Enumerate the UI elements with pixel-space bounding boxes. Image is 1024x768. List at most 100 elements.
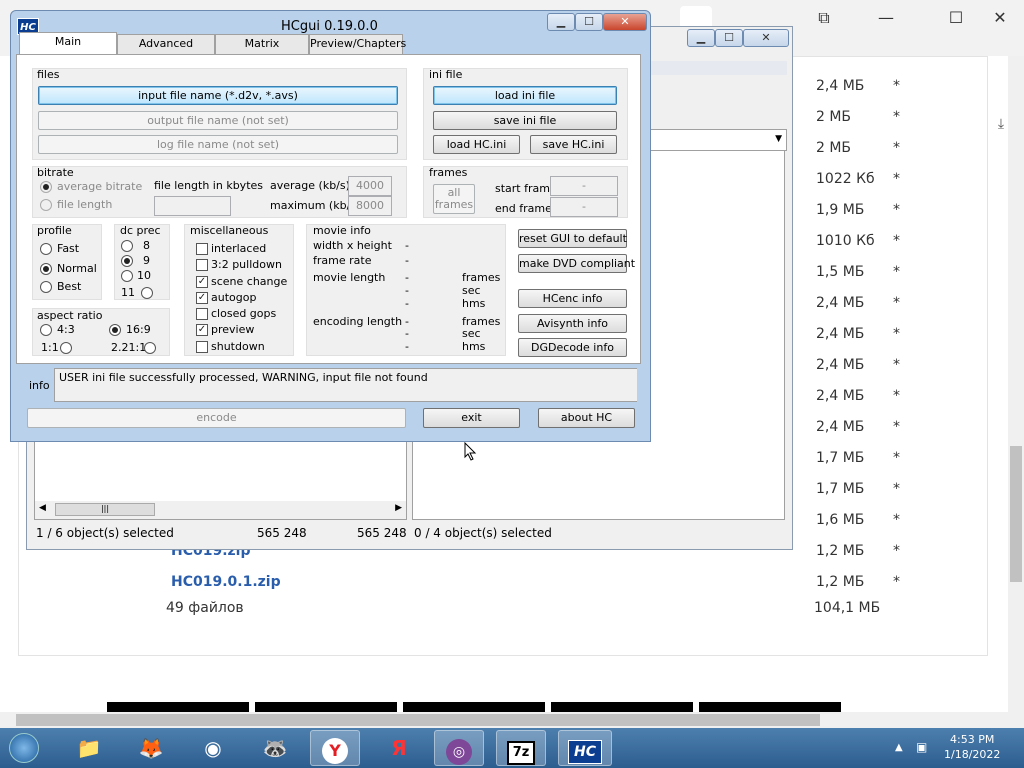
- output-file-button[interactable]: output file name (not set): [38, 111, 398, 130]
- explorer-left-pane[interactable]: ◀ ||| ▶: [34, 440, 407, 520]
- scene-change-checkbox[interactable]: ✓: [196, 276, 208, 288]
- dc-prec-10-radio[interactable]: [121, 270, 133, 282]
- horizontal-scroll-thumb[interactable]: [16, 714, 820, 726]
- maximize-icon[interactable]: ☐: [936, 6, 976, 30]
- file-row: 1,7 МБ *: [816, 450, 936, 470]
- tab-advanced[interactable]: Advanced: [117, 34, 215, 54]
- closed-gops-checkbox[interactable]: [196, 308, 208, 320]
- input-file-button[interactable]: input file name (*.d2v, *.avs): [38, 86, 398, 105]
- raccoon-app-icon[interactable]: 🦝: [250, 730, 300, 766]
- start-frame-input[interactable]: -: [550, 176, 618, 196]
- clock-time: 4:53 PM: [950, 733, 995, 746]
- movie-length-frames-unit: frames: [462, 271, 501, 284]
- shutdown-checkbox[interactable]: [196, 341, 208, 353]
- close-icon[interactable]: ✕: [980, 6, 1020, 30]
- interlaced-label: interlaced: [211, 242, 267, 255]
- file-link[interactable]: HC019.0.1.zip: [171, 574, 281, 590]
- file-explorer-icon[interactable]: 📁: [64, 730, 114, 766]
- file-row: 1,2 МБ *: [816, 543, 936, 563]
- exit-button[interactable]: exit: [423, 408, 520, 428]
- vertical-scroll-thumb[interactable]: [1010, 446, 1022, 582]
- maximize-icon[interactable]: ☐: [575, 13, 603, 31]
- aspect-43-radio[interactable]: [40, 324, 52, 336]
- hcgui-taskbar-icon[interactable]: HC: [558, 730, 612, 766]
- encode-button[interactable]: encode: [27, 408, 406, 428]
- all-frames-button[interactable]: all frames: [433, 184, 475, 214]
- 7zip-icon[interactable]: 7z: [496, 730, 546, 766]
- scroll-left-icon[interactable]: ◀: [39, 503, 46, 513]
- average-kbs-input[interactable]: 4000: [348, 176, 392, 196]
- file-row: 2,4 МБ *: [816, 388, 936, 408]
- network-icon[interactable]: ▣: [916, 740, 927, 754]
- autogop-checkbox[interactable]: ✓: [196, 292, 208, 304]
- tray-expand-icon[interactable]: ▲: [895, 742, 903, 753]
- maximize-icon[interactable]: ☐: [715, 29, 743, 47]
- average-bitrate-radio[interactable]: [40, 181, 52, 193]
- tor-browser-icon[interactable]: ◎: [434, 730, 484, 766]
- dgdecode-info-button[interactable]: DGDecode info: [518, 338, 627, 357]
- profile-best-label: Best: [57, 280, 82, 293]
- file-row: 1,2 МБ *: [816, 574, 936, 594]
- file-row: 2,4 МБ *: [816, 419, 936, 439]
- start-button-icon[interactable]: [0, 730, 48, 766]
- tab-matrix[interactable]: Matrix: [215, 34, 309, 54]
- pulldown-checkbox[interactable]: [196, 259, 208, 271]
- scroll-right-icon[interactable]: ▶: [395, 503, 402, 513]
- about-hc-button[interactable]: about HC: [538, 408, 635, 428]
- close-icon[interactable]: ✕: [743, 29, 789, 47]
- mouse-cursor-icon: [464, 442, 477, 461]
- interlaced-checkbox[interactable]: [196, 243, 208, 255]
- file-star: *: [893, 109, 900, 125]
- close-icon[interactable]: ✕: [603, 13, 647, 31]
- load-hc-ini-button[interactable]: load HC.ini: [433, 135, 520, 154]
- system-clock[interactable]: 4:53 PM 1/18/2022: [944, 732, 1000, 762]
- profile-normal-radio[interactable]: [40, 263, 52, 275]
- clock-date: 1/18/2022: [944, 748, 1001, 761]
- load-ini-button[interactable]: load ini file: [433, 86, 617, 105]
- avisynth-info-button[interactable]: Avisynth info: [518, 314, 627, 333]
- preview-checkbox[interactable]: ✓: [196, 324, 208, 336]
- log-file-button[interactable]: log file name (not set): [38, 135, 398, 154]
- tab-main[interactable]: Main: [19, 32, 117, 55]
- dc-prec-8-radio[interactable]: [121, 240, 133, 252]
- chrome-icon[interactable]: ◉: [188, 730, 238, 766]
- aspect-169-radio[interactable]: [109, 324, 121, 336]
- yandex-browser-icon[interactable]: Y: [310, 730, 360, 766]
- vertical-scrollbar[interactable]: [1008, 56, 1024, 726]
- file-star: *: [893, 481, 900, 497]
- autogop-label: autogop: [211, 291, 257, 304]
- save-hc-ini-button[interactable]: save HC.ini: [530, 135, 617, 154]
- tab-preview-chapters[interactable]: Preview/Chapters: [309, 34, 406, 54]
- minimize-icon[interactable]: —: [866, 6, 906, 30]
- make-dvd-compliant-button[interactable]: make DVD compliant: [518, 254, 635, 273]
- horizontal-scrollbar[interactable]: ◀ ||| ▶: [35, 501, 406, 519]
- average-bitrate-label: average bitrate: [57, 180, 143, 193]
- profile-fast-radio[interactable]: [40, 243, 52, 255]
- minimize-icon[interactable]: ▁: [687, 29, 715, 47]
- file-length-radio[interactable]: [40, 199, 52, 211]
- files-label: files: [37, 68, 60, 81]
- firefox-icon[interactable]: 🦊: [126, 730, 176, 766]
- dc-prec-9-radio[interactable]: [121, 255, 133, 267]
- file-size: 1,7 МБ: [816, 481, 865, 497]
- file-size: 2 МБ: [816, 109, 852, 125]
- minimize-icon[interactable]: ▁: [547, 13, 575, 31]
- start-frame-label: start frame: [495, 182, 557, 195]
- aspect-221-radio[interactable]: [144, 342, 156, 354]
- reset-gui-button[interactable]: reset GUI to default: [518, 229, 627, 248]
- collections-icon[interactable]: ⧉: [804, 6, 844, 30]
- chevron-down-icon: ▼: [775, 134, 782, 144]
- average-kbs-label: average (kb/s): [270, 179, 350, 192]
- end-frame-input[interactable]: -: [550, 197, 618, 217]
- yandex-icon[interactable]: Я: [374, 730, 424, 766]
- hcenc-info-button[interactable]: HCenc info: [518, 289, 627, 308]
- profile-best-radio[interactable]: [40, 281, 52, 293]
- file-length-input[interactable]: [154, 196, 231, 216]
- dc-prec-label: dc prec: [120, 224, 161, 237]
- save-ini-button[interactable]: save ini file: [433, 111, 617, 130]
- maximum-kbs-input[interactable]: 8000: [348, 196, 392, 216]
- scroll-thumb[interactable]: |||: [55, 503, 155, 516]
- dc-prec-11-radio[interactable]: [141, 287, 153, 299]
- aspect-11-radio[interactable]: [60, 342, 72, 354]
- file-row: 1010 Кб *: [816, 233, 936, 253]
